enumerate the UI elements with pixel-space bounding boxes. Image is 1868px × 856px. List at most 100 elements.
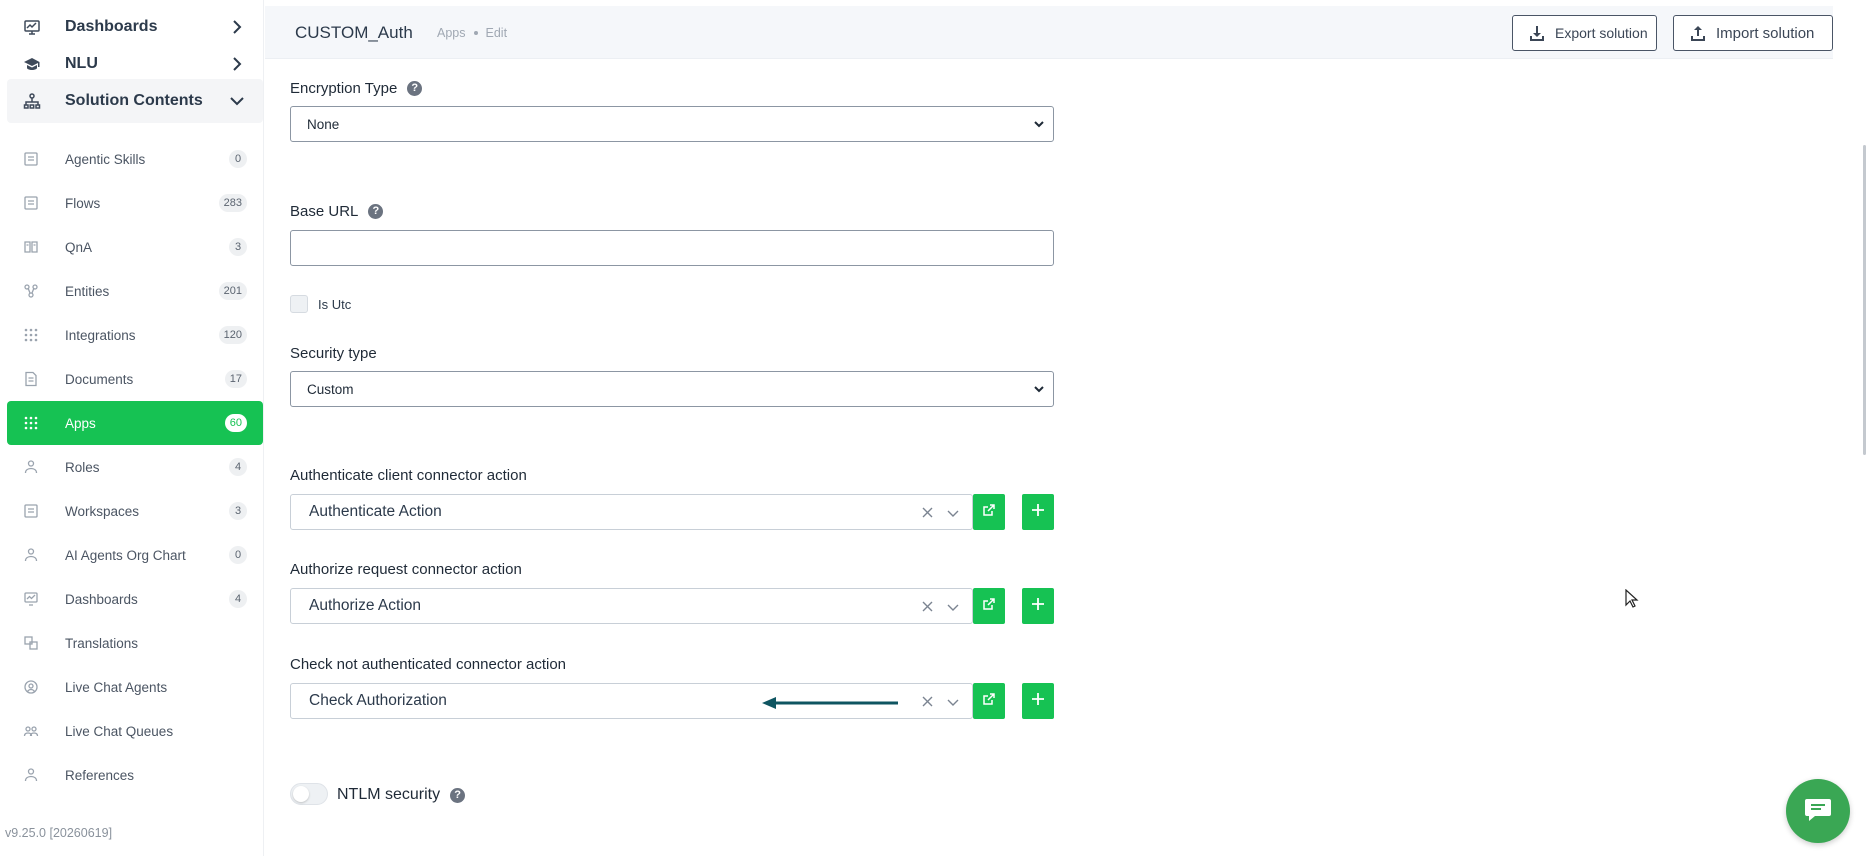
open-action-button[interactable] <box>973 588 1005 624</box>
sidebar-item-references[interactable]: References <box>7 753 263 797</box>
sidebar-item-label: Agentic Skills <box>65 151 146 167</box>
is-utc-checkbox[interactable] <box>290 295 308 313</box>
download-icon <box>1529 25 1545 41</box>
authorize-action-select[interactable]: Authorize Action <box>290 588 973 624</box>
sidebar-item-label: Integrations <box>65 327 136 343</box>
breadcrumb-apps[interactable]: Apps <box>437 26 466 40</box>
sidebar-item-ai-agents-org-chart[interactable]: AI Agents Org Chart 0 <box>7 533 263 577</box>
mouse-cursor-icon <box>1625 589 1639 608</box>
sidebar-item-label: References <box>65 767 135 783</box>
close-icon[interactable] <box>921 695 934 708</box>
annotation-arrow <box>762 697 898 709</box>
encryption-type-text: Encryption Type <box>290 80 398 97</box>
authorize-action-label: Authorize request connector action <box>290 561 522 578</box>
sidebar-item-entities[interactable]: Entities 201 <box>7 269 263 313</box>
count-badge: 201 <box>218 282 247 300</box>
breadcrumb-separator <box>473 31 478 35</box>
sidebar-item-qna[interactable]: QnA 3 <box>7 225 263 269</box>
encryption-type-label: Encryption Type ? <box>290 80 423 97</box>
sidebar-item-label: Apps <box>65 415 96 431</box>
graduation-cap-icon <box>23 55 41 73</box>
count-badge: 3 <box>229 502 247 520</box>
sidebar-item-roles[interactable]: Roles 4 <box>7 445 263 489</box>
scrollbar[interactable] <box>1863 145 1866 455</box>
org-chart-icon <box>23 547 39 563</box>
sidebar-item-documents[interactable]: Documents 17 <box>7 357 263 401</box>
open-action-button[interactable] <box>973 494 1005 530</box>
reference-icon <box>23 767 39 783</box>
external-link-icon <box>982 503 996 522</box>
document-icon <box>23 371 39 387</box>
sidebar: Dashboards NLU Solution Contents Agentic… <box>0 0 264 856</box>
add-action-button[interactable] <box>1022 683 1054 719</box>
sidebar-item-label: Roles <box>65 459 100 475</box>
security-type-select[interactable]: Custom <box>290 371 1054 407</box>
sidebar-item-agentic-skills[interactable]: Agentic Skills 0 <box>7 137 263 181</box>
close-icon[interactable] <box>921 506 934 519</box>
count-badge: 0 <box>229 546 247 564</box>
sidebar-item-live-chat-queues[interactable]: Live Chat Queues <box>7 709 263 753</box>
add-action-button[interactable] <box>1022 494 1054 530</box>
count-badge: 4 <box>229 590 247 608</box>
security-type-text: Security type <box>290 345 377 362</box>
base-url-label: Base URL ? <box>290 203 384 220</box>
version-label: v9.25.0 [20260619] <box>5 826 113 840</box>
chevron-right-icon <box>227 54 247 74</box>
sidebar-item-flows[interactable]: Flows 283 <box>7 181 263 225</box>
open-action-button[interactable] <box>973 683 1005 719</box>
chat-button[interactable] <box>1786 779 1850 843</box>
sidebar-section-label: Solution Contents <box>65 92 203 109</box>
chevron-down-icon <box>1033 383 1045 395</box>
chevron-down-icon[interactable] <box>946 695 960 709</box>
sidebar-item-dashboards[interactable]: Dashboards 4 <box>7 577 263 621</box>
sidebar-item-translations[interactable]: Translations <box>7 621 263 665</box>
authorize-action-text: Authorize request connector action <box>290 561 522 578</box>
export-solution-button[interactable]: Export solution <box>1512 15 1657 51</box>
breadcrumb-edit: Edit <box>485 26 508 40</box>
is-utc-label: Is Utc <box>318 297 352 312</box>
chat-bubble-icon <box>1803 794 1833 829</box>
sidebar-item-live-chat-agents[interactable]: Live Chat Agents <box>7 665 263 709</box>
sidebar-section-label: NLU <box>65 55 98 72</box>
sidebar-item-integrations[interactable]: Integrations 120 <box>7 313 263 357</box>
sidebar-item-workspaces[interactable]: Workspaces 3 <box>7 489 263 533</box>
security-type-label: Security type <box>290 345 377 362</box>
help-icon[interactable]: ? <box>407 81 423 96</box>
encryption-type-select[interactable]: None <box>290 106 1054 142</box>
count-badge: 4 <box>229 458 247 476</box>
add-action-button[interactable] <box>1022 588 1054 624</box>
sidebar-item-label: Live Chat Queues <box>65 723 174 739</box>
authenticate-action-value: Authenticate Action <box>309 503 442 520</box>
chevron-down-icon <box>227 91 247 111</box>
check-not-authenticated-label: Check not authenticated connector action <box>290 656 566 673</box>
translate-icon <box>23 635 39 651</box>
help-icon[interactable]: ? <box>450 787 466 803</box>
authenticate-action-label: Authenticate client connector action <box>290 467 527 484</box>
chevron-down-icon[interactable] <box>946 600 960 614</box>
security-type-value: Custom <box>307 381 354 397</box>
sidebar-item-label: Live Chat Agents <box>65 679 168 695</box>
sidebar-item-label: Workspaces <box>65 503 140 519</box>
sidebar-item-apps[interactable]: Apps 60 <box>7 401 263 445</box>
count-badge: 120 <box>218 326 247 344</box>
close-icon[interactable] <box>921 600 934 613</box>
plus-icon <box>1031 503 1045 522</box>
base-url-text: Base URL <box>290 203 359 220</box>
check-not-authenticated-text: Check not authenticated connector action <box>290 656 567 673</box>
count-badge: 0 <box>229 150 247 168</box>
authenticate-action-select[interactable]: Authenticate Action <box>290 494 973 530</box>
sidebar-section-solution-contents[interactable]: Solution Contents <box>7 79 263 123</box>
sidebar-item-label: Dashboards <box>65 591 138 607</box>
import-solution-button[interactable]: Import solution <box>1673 15 1833 51</box>
ntlm-security-toggle[interactable] <box>290 783 328 805</box>
count-badge: 60 <box>224 414 247 432</box>
page-header: CUSTOM_Auth Apps Edit Export solution Im… <box>265 6 1833 59</box>
base-url-input[interactable] <box>290 230 1054 266</box>
apps-icon <box>23 415 39 431</box>
ntlm-security-label: NTLM security ? <box>337 786 466 804</box>
queue-icon <box>23 723 39 739</box>
grid-dots-icon <box>23 327 39 343</box>
agent-icon <box>23 679 39 695</box>
help-icon[interactable]: ? <box>368 204 384 219</box>
chevron-down-icon[interactable] <box>946 506 960 520</box>
